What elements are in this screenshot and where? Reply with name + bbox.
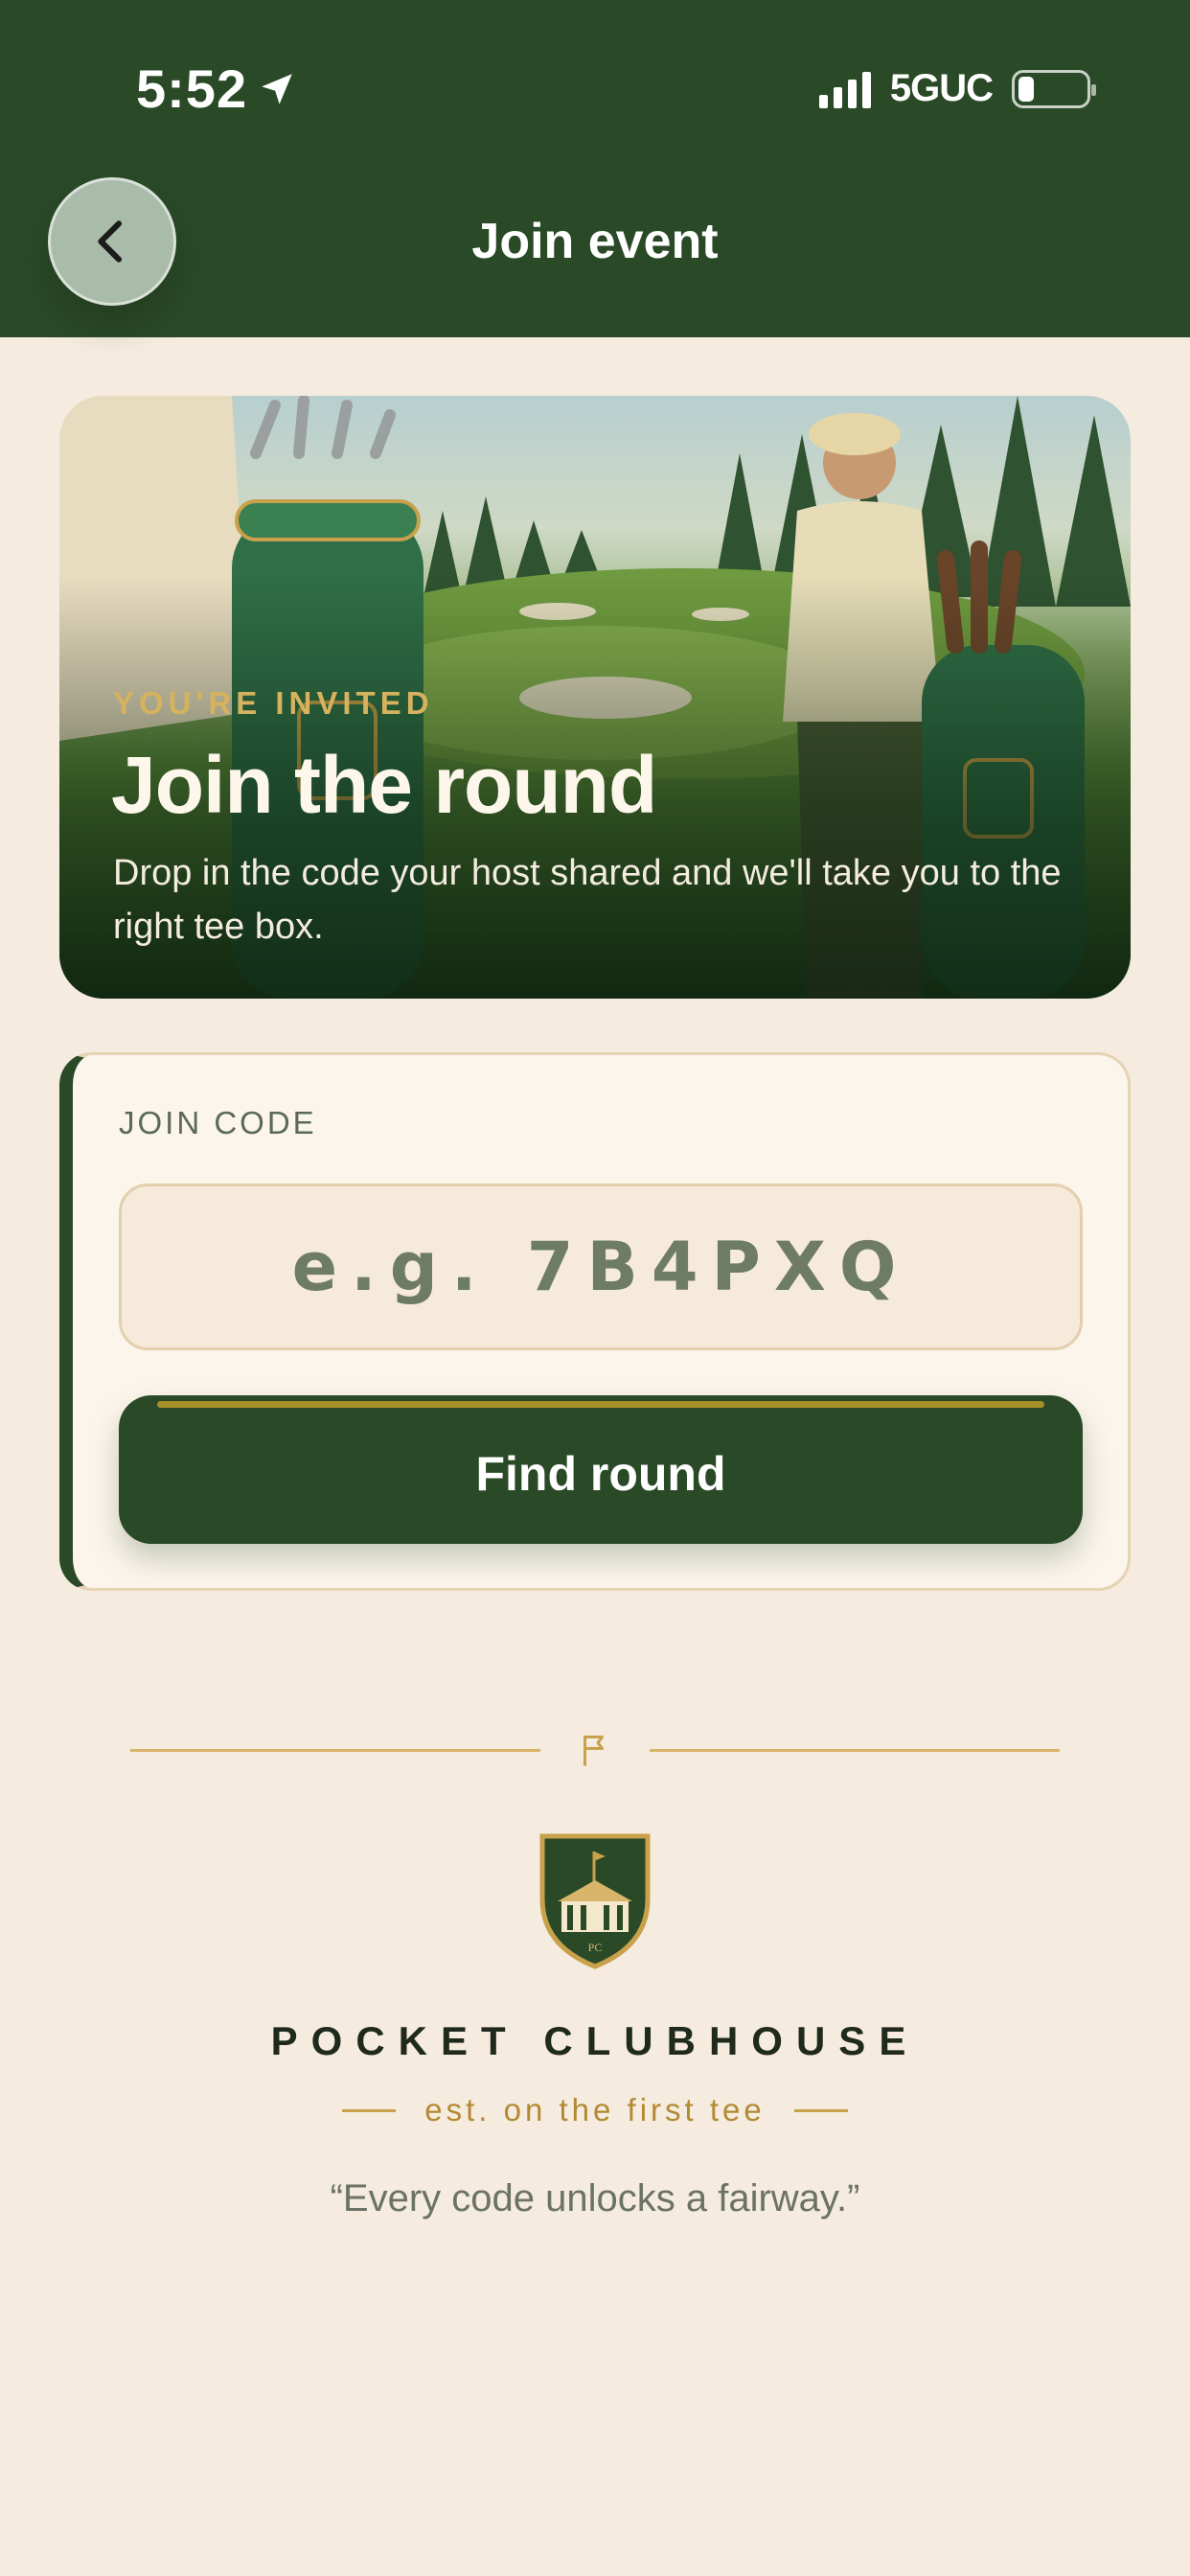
brand-name: POCKET CLUBHOUSE — [270, 2018, 920, 2063]
brand-tagline-row: est. on the first tee — [0, 2092, 1190, 2128]
network-type: 5GUC — [889, 67, 994, 109]
join-code-input[interactable] — [119, 1184, 1083, 1350]
hero-card: YOU'RE INVITED Join the round Drop in th… — [59, 396, 1131, 999]
page-title: Join event — [471, 214, 719, 269]
status-indicators: 5GUC — [818, 67, 1096, 110]
hero-title: Join the round — [111, 740, 657, 830]
brand-quote: “Every code unlocks a fairway.” — [330, 2177, 860, 2220]
flag-icon — [584, 1736, 604, 1766]
status-time: 5:52 — [136, 58, 297, 120]
divider-left — [130, 1749, 540, 1752]
divider-right — [650, 1749, 1060, 1752]
cellular-signal-icon — [818, 70, 871, 108]
find-round-label: Find round — [475, 1446, 726, 1501]
find-round-button[interactable]: Find round — [119, 1395, 1083, 1544]
hero-eyebrow: YOU'RE INVITED — [113, 685, 434, 721]
brand-tagline: est. on the first tee — [424, 2092, 766, 2128]
join-code-card: JOIN CODE Find round — [59, 1052, 1131, 1591]
location-arrow-icon — [262, 73, 292, 104]
status-time-text: 5:52 — [136, 58, 248, 119]
crest-monogram: PC — [588, 1941, 603, 1954]
join-code-label: JOIN CODE — [119, 1105, 317, 1140]
clubhouse-crest-icon: PC — [539, 1833, 651, 1969]
hero-subtitle: Drop in the code your host shared and we… — [113, 853, 1062, 947]
header-bar: 5:52 5GUC Join event — [0, 0, 1190, 337]
battery-icon — [1012, 69, 1096, 108]
